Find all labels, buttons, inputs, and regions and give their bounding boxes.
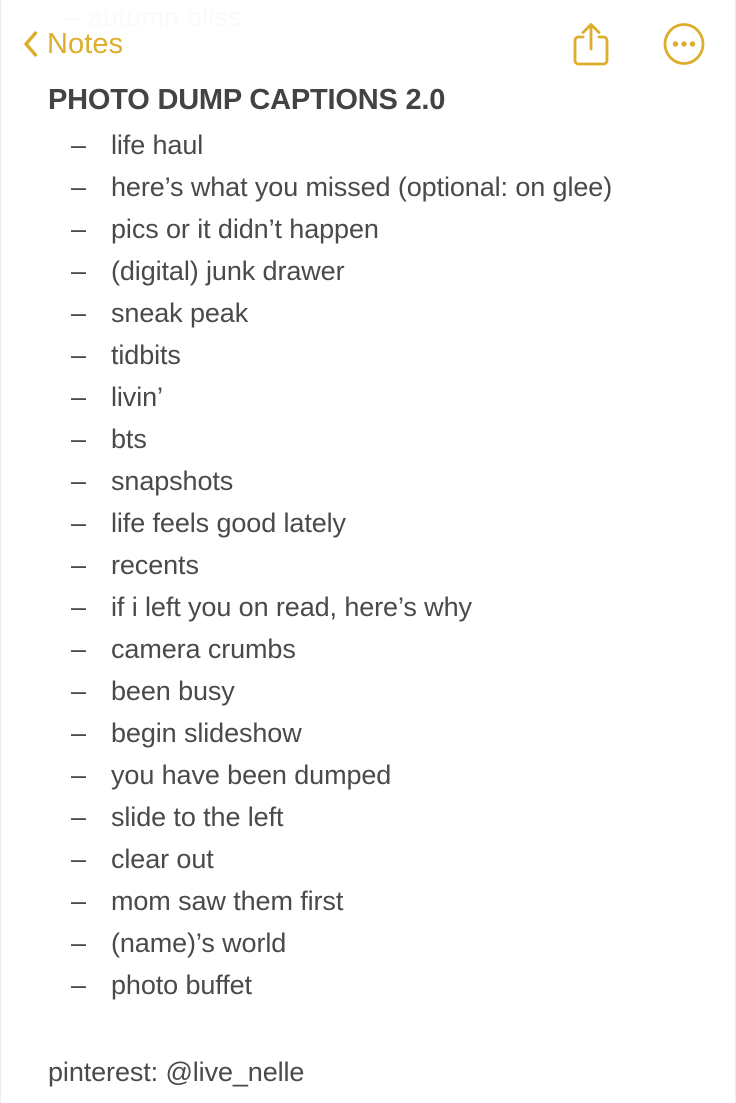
list-item: – snapshots [1, 466, 735, 508]
list-item-label: tidbits [111, 340, 181, 370]
list-item: – sneak peak [1, 298, 735, 340]
share-button[interactable] [573, 22, 609, 66]
list-item: – bts [1, 424, 735, 466]
navbar-actions [573, 22, 705, 66]
list-bullet: – [71, 760, 86, 790]
share-icon [573, 23, 609, 66]
list-item-label: bts [111, 424, 147, 454]
list-item-label: begin slideshow [111, 718, 302, 748]
list-item-label: recents [111, 550, 199, 580]
list-item-label: sneak peak [111, 298, 249, 328]
list-item: – (digital) junk drawer [1, 256, 735, 298]
list-item-label: livin’ [111, 382, 163, 412]
list-bullet: – [71, 844, 86, 874]
list-bullet: – [71, 214, 86, 244]
list-item-label: life haul [111, 130, 204, 160]
list-item: – livin’ [1, 382, 735, 424]
list-item: – if i left you on read, here’s why [1, 592, 735, 634]
back-button-label: Notes [47, 27, 124, 60]
list-bullet: – [71, 802, 86, 832]
list-item-label: snapshots [111, 466, 234, 496]
list-item-label: you have been dumped [111, 760, 392, 790]
list-bullet: – [71, 928, 86, 958]
list-item: – you have been dumped [1, 760, 735, 802]
list-item: – photo buffet [1, 970, 735, 1012]
list-item: – tidbits [1, 340, 735, 382]
list-bullet: – [71, 298, 86, 328]
list-bullet: – [71, 592, 86, 622]
list-bullet: – [71, 886, 86, 916]
list-bullet: – [71, 256, 86, 286]
list-item-label: mom saw them first [111, 886, 344, 916]
list-item-label: pics or it didn’t happen [111, 214, 379, 244]
list-item-label: camera crumbs [111, 634, 296, 664]
list-item: – life haul [1, 130, 735, 172]
note-content: PHOTO DUMP CAPTIONS 2.0 – life haul – he… [1, 80, 735, 1088]
list-item: – slide to the left [1, 802, 735, 844]
more-options-button[interactable] [663, 23, 705, 65]
navigation-bar: Notes [1, 20, 735, 68]
list-bullet: – [71, 340, 86, 370]
list-bullet: – [71, 130, 86, 160]
list-item-label: (digital) junk drawer [111, 256, 345, 286]
list-item-label: (name)’s world [111, 928, 287, 958]
list-item: – life feels good lately [1, 508, 735, 550]
back-to-notes-button[interactable]: Notes [23, 27, 124, 60]
list-item-label: here’s what you missed (optional: on gle… [111, 172, 613, 202]
list-item: – mom saw them first [1, 886, 735, 928]
list-bullet: – [71, 508, 86, 538]
list-item-label: clear out [111, 844, 214, 874]
list-bullet: – [71, 718, 86, 748]
notes-app-screen: – autumn bliss Notes PHOTO DUMP CAPTIONS… [0, 0, 736, 1103]
list-item: – here’s what you missed (optional: on g… [1, 172, 735, 214]
pinterest-credit: pinterest: @live_nelle [48, 1057, 305, 1087]
list-bullet: – [71, 466, 86, 496]
list-item-label: life feels good lately [111, 508, 346, 538]
list-bullet: – [71, 550, 86, 580]
list-bullet: – [71, 382, 86, 412]
caption-list: – life haul – here’s what you missed (op… [1, 130, 735, 1012]
list-item: – clear out [1, 844, 735, 886]
list-item-label: slide to the left [111, 802, 284, 832]
list-bullet: – [71, 424, 86, 454]
list-item: – been busy [1, 676, 735, 718]
chevron-left-icon [24, 31, 38, 57]
list-item: – (name)’s world [1, 928, 735, 970]
list-bullet: – [71, 634, 86, 664]
list-item: – recents [1, 550, 735, 592]
list-item-label: if i left you on read, here’s why [111, 592, 472, 622]
list-item-label: been busy [111, 676, 235, 706]
more-circle-icon [663, 23, 705, 65]
list-bullet: – [71, 676, 86, 706]
list-item: – camera crumbs [1, 634, 735, 676]
list-item: – pics or it didn’t happen [1, 214, 735, 256]
list-item: – begin slideshow [1, 718, 735, 760]
list-bullet: – [71, 970, 86, 1000]
list-item-label: photo buffet [111, 970, 252, 1000]
note-title: PHOTO DUMP CAPTIONS 2.0 [48, 84, 446, 116]
list-bullet: – [71, 172, 86, 202]
